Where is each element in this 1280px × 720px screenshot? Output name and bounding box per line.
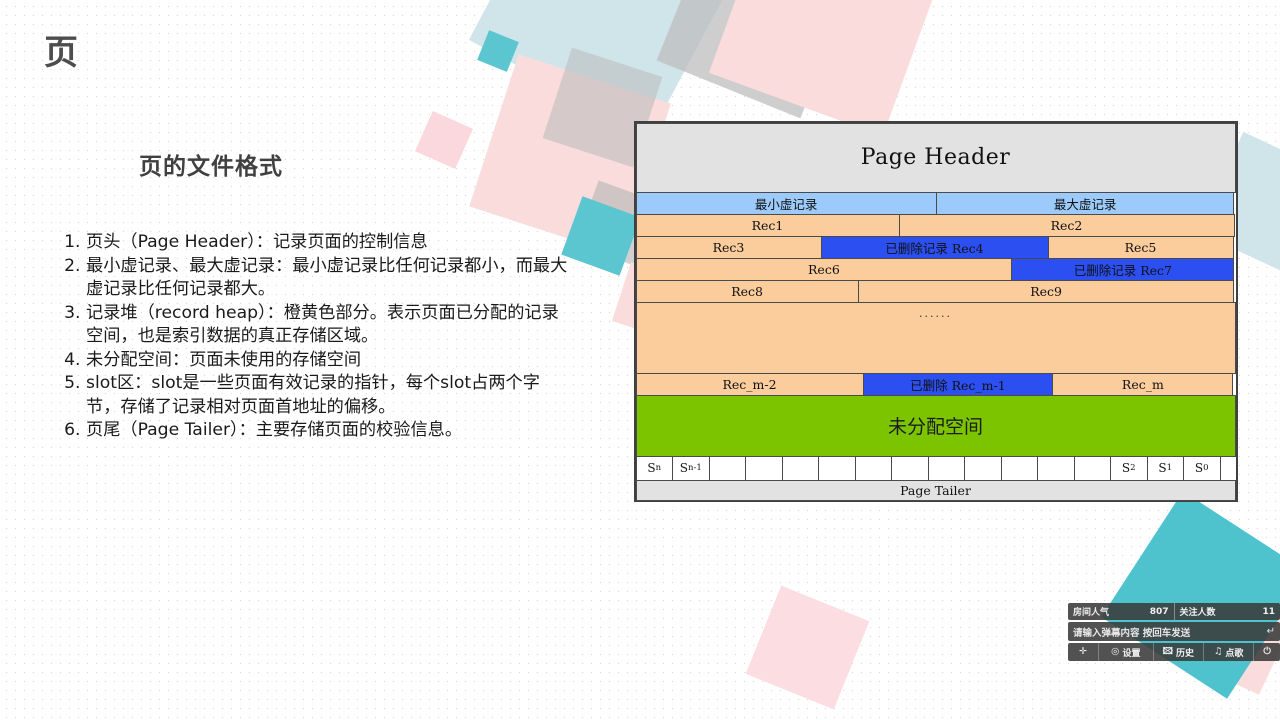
slot-cell-labeled: S1 xyxy=(1146,455,1184,481)
slot-cell-empty xyxy=(745,455,783,481)
slot-subscript: 2 xyxy=(1130,463,1136,473)
overlay-stat-label: 关注人数 xyxy=(1179,608,1216,618)
deleted-record-cell: 已删除记录 Rec4 xyxy=(820,235,1049,259)
slot-label: S xyxy=(647,461,656,475)
slot-cell-labeled: S2 xyxy=(1110,455,1148,481)
overlay-tool-label: 历史 xyxy=(1175,648,1194,659)
section-heading: 页的文件格式 xyxy=(139,154,283,180)
danmaku-input-placeholder: 请输入弹幕内容 按回车发送 xyxy=(1073,627,1191,639)
slot-cell-empty xyxy=(1000,455,1038,481)
diagram-row-virtual-records: 最小虚记录 最大虚记录 xyxy=(635,191,1236,215)
history-button[interactable]: 🖾 历史 xyxy=(1153,643,1204,661)
record-cell: Rec5 xyxy=(1047,235,1234,259)
record-cell: Rec1 xyxy=(635,213,900,237)
overlay-stats-row: 房间人气 807 关注人数 11 xyxy=(1068,603,1280,620)
overlay-tool-label: 设置 xyxy=(1122,648,1141,659)
slot-cell-empty xyxy=(964,455,1002,481)
gear-icon: ◎ xyxy=(1111,646,1120,658)
deleted-record-cell: 已删除 Rec_m-1 xyxy=(862,372,1054,396)
bullet-list: 页头（Page Header）：记录页面的控制信息 最小虚记录、最大虚记录：最小… xyxy=(62,231,572,443)
page-layout-diagram: Page Header 最小虚记录 最大虚记录 Rec1 Rec2 Rec3 已删除记录… xyxy=(634,121,1238,502)
page-tailer-block: Page Tailer xyxy=(635,479,1236,501)
record-row: Rec6 已删除记录 Rec7 xyxy=(635,257,1236,281)
overlay-stat-value: 807 xyxy=(1149,606,1169,617)
record-cell: Rec9 xyxy=(857,279,1235,303)
slot-subscript: 0 xyxy=(1203,463,1209,473)
record-row: Rec3 已删除记录 Rec4 Rec5 xyxy=(635,235,1236,259)
overlay-stat-label: 房间人气 xyxy=(1073,608,1110,618)
slot-cell-empty xyxy=(818,455,856,481)
overlay-toolbar: ✛ ◎ 设置 🖾 历史 ♫ 点歌 ⏻ xyxy=(1068,643,1280,661)
power-icon: ⏻ xyxy=(1263,646,1271,658)
slot-subscript: n-1 xyxy=(687,463,702,473)
diagram-row-tailer: Page Tailer xyxy=(635,479,1236,501)
move-icon: ✛ xyxy=(1079,646,1087,658)
record-cell: Rec2 xyxy=(898,213,1235,237)
bullet-item: 页头（Page Header）：记录页面的控制信息 xyxy=(86,231,572,255)
overlay-stat: 关注人数 11 xyxy=(1173,603,1280,620)
slot-cell-labeled: S0 xyxy=(1183,455,1221,481)
diagram-row-ellipsis: ...... xyxy=(635,301,1236,374)
record-heap-ellipsis: ...... xyxy=(635,301,1236,374)
slot-cell-empty xyxy=(854,455,892,481)
history-icon: 🖾 xyxy=(1162,646,1173,658)
song-request-button[interactable]: ♫ 点歌 xyxy=(1203,643,1255,661)
virtual-record-cell: 最大虚记录 xyxy=(935,191,1235,215)
slot-cell-empty xyxy=(891,455,929,481)
slot-label: S xyxy=(1121,461,1131,475)
record-cell: Rec3 xyxy=(635,235,822,259)
virtual-record-cell: 最小虚记录 xyxy=(635,191,937,215)
slot-subscript: 1 xyxy=(1166,463,1173,473)
slot-cell-empty xyxy=(708,455,746,481)
music-note-icon: ♫ xyxy=(1213,646,1223,658)
bullet-item: 记录堆（record heap）：橙黄色部分。表示页面已分配的记录空间，也是索引… xyxy=(86,302,572,349)
power-button[interactable]: ⏻ xyxy=(1254,643,1280,661)
slot-label: S xyxy=(1194,461,1204,475)
bullet-item: 最小虚记录、最大虚记录：最小虚记录比任何记录都小，而最大虚记录比任何记录都大。 xyxy=(86,255,572,302)
record-cell: Rec8 xyxy=(635,279,859,303)
bullet-item: slot区：slot是一些页面有效记录的指针，每个slot占两个字节，存储了记录… xyxy=(86,372,572,419)
slot-cell-labeled: Sn-1 xyxy=(672,455,710,481)
overlay-stat-value: 11 xyxy=(1262,606,1275,617)
slot-cell-empty xyxy=(927,455,965,481)
diagram-row-free-space: 未分配空间 xyxy=(635,394,1236,457)
overlay-tool-label: 点歌 xyxy=(1225,648,1244,659)
slot-label: S xyxy=(679,461,688,475)
record-row: Rec1 Rec2 xyxy=(635,213,1236,237)
diagram-row-slots: Sn Sn-1 S 2 S 1 S 0 xyxy=(635,455,1236,481)
slot-cell-empty xyxy=(781,455,819,481)
record-cell: Rec_m xyxy=(1052,372,1234,396)
free-space-block: 未分配空间 xyxy=(635,394,1236,457)
page-title: 页 xyxy=(44,33,79,73)
deleted-record-cell: 已删除记录 Rec7 xyxy=(1011,257,1235,281)
bullet-item: 页尾（Page Tailer）：主要存储页面的校验信息。 xyxy=(86,419,572,443)
slot-cell-labeled: Sn xyxy=(635,455,673,481)
record-row: Rec8 Rec9 xyxy=(635,279,1236,303)
slot-subscript: n xyxy=(655,463,662,473)
diagram-row-last-records: Rec_m-2 已删除 Rec_m-1 Rec_m xyxy=(635,372,1236,396)
diagram-record-rows: Rec1 Rec2 Rec3 已删除记录 Rec4 Rec5 Rec6 已删除记录 Rec7… xyxy=(635,213,1236,303)
diagram-row-header: Page Header xyxy=(635,122,1236,193)
slot-cell-empty xyxy=(1073,455,1111,481)
danmaku-input[interactable]: 请输入弹幕内容 按回车发送 ↵ xyxy=(1068,622,1280,641)
livestream-overlay-widget[interactable]: 房间人气 807 关注人数 11 请输入弹幕内容 按回车发送 ↵ ✛ ◎ 设置 🖾 历史 ♫ 点歌… xyxy=(1068,603,1280,661)
overlay-stat: 房间人气 807 xyxy=(1068,603,1174,620)
record-cell: Rec6 xyxy=(635,257,1013,281)
enter-key-icon: ↵ xyxy=(1266,626,1275,637)
bullet-item: 未分配空间：页面未使用的存储空间 xyxy=(86,349,572,373)
move-button[interactable]: ✛ xyxy=(1068,643,1100,661)
page-header-block: Page Header xyxy=(635,122,1236,193)
settings-button[interactable]: ◎ 设置 xyxy=(1099,643,1154,661)
record-cell: Rec_m-2 xyxy=(635,372,864,396)
slot-label: S xyxy=(1158,461,1167,475)
slot-cell-empty xyxy=(1037,455,1075,481)
